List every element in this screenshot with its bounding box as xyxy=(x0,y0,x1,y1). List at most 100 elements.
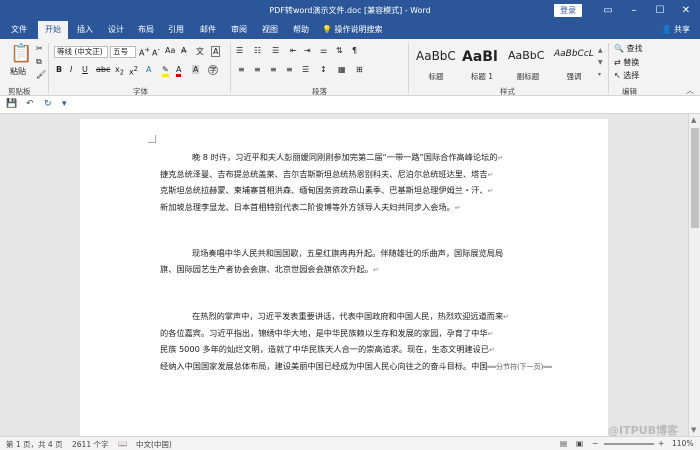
find-button[interactable]: 🔍 查找 xyxy=(614,43,643,54)
style-subtitle[interactable]: AaBbC 副标题 xyxy=(506,43,550,83)
distributed-icon[interactable]: ☰ xyxy=(302,65,309,74)
redo-icon[interactable]: ↻ xyxy=(44,99,52,109)
cursor-icon: ↖ xyxy=(614,71,621,80)
text-effects-icon[interactable]: A xyxy=(146,65,151,74)
text-line: 经纳入中国国家发展总体布局，建设美丽中国已经成为中国人民心向往之的奋斗目标。中国… xyxy=(160,360,552,371)
share-label: 共享 xyxy=(674,25,690,34)
tab-design[interactable]: 设计 xyxy=(101,21,131,39)
minimize-button[interactable]: – xyxy=(622,0,646,21)
tab-help[interactable]: 帮助 xyxy=(286,21,316,39)
shading-icon[interactable]: ▦ xyxy=(338,65,346,74)
scroll-up-icon[interactable]: ▲ xyxy=(691,116,696,124)
bold-icon[interactable]: B xyxy=(56,65,62,74)
tab-mailings[interactable]: 邮件 xyxy=(193,21,223,39)
tab-review[interactable]: 审阅 xyxy=(224,21,254,39)
tab-layout[interactable]: 布局 xyxy=(131,21,161,39)
align-left-icon[interactable]: ≡ xyxy=(238,65,245,74)
highlight-icon[interactable]: ✎ xyxy=(162,65,169,77)
copy-icon[interactable]: ⧉ xyxy=(36,57,42,67)
customize-toolbar-icon[interactable]: ▾ xyxy=(62,99,67,109)
zoom-in-icon[interactable]: + xyxy=(658,439,664,448)
watermark: @ITPUB博客 xyxy=(608,424,678,437)
underline-icon[interactable]: U xyxy=(82,65,88,74)
group-divider xyxy=(408,43,409,93)
subscript-icon[interactable]: x2 xyxy=(115,65,124,77)
tab-insert[interactable]: 插入 xyxy=(70,21,100,39)
lightbulb-icon: 💡 xyxy=(322,25,332,34)
scroll-thumb[interactable] xyxy=(691,128,699,228)
tab-view[interactable]: 视图 xyxy=(255,21,285,39)
styles-scroll-down-icon[interactable]: ▼ xyxy=(598,59,603,66)
line-spacing-icon[interactable]: ↕ xyxy=(320,65,327,74)
print-layout-icon[interactable]: ▣ xyxy=(576,439,583,448)
show-marks-icon[interactable]: ¶ xyxy=(352,46,357,55)
style-sample: AaBbCcL xyxy=(554,49,594,59)
login-button[interactable]: 登录 xyxy=(554,4,582,17)
font-name-select[interactable]: 等线 (中文正) xyxy=(54,46,108,58)
paragraph-3[interactable]: 在热烈的掌声中，习近平发表重要讲话，代表中国政府和中国人民，热烈欢迎远道而来↵ … xyxy=(160,309,560,375)
style-emphasis[interactable]: AaBbCcL 强调 xyxy=(552,43,596,83)
document-page[interactable]: 晚 8 时许，习近平和夫人彭丽媛同刚刚参加完第二届“一带一路”国际合作高峰论坛的… xyxy=(80,119,608,437)
select-button[interactable]: ↖ 选择 xyxy=(614,70,639,81)
decrease-indent-icon[interactable]: ⇤ xyxy=(290,46,297,55)
font-color-icon[interactable]: A xyxy=(176,65,182,77)
paste-icon[interactable]: 📋 xyxy=(10,43,32,64)
justify-icon[interactable]: ≡ xyxy=(286,65,293,74)
bullets-icon[interactable]: ☰ xyxy=(236,46,243,55)
character-shading-icon[interactable]: A xyxy=(192,65,200,74)
numbering-icon[interactable]: ☷ xyxy=(254,46,261,55)
tab-home[interactable]: 开始 xyxy=(38,21,68,39)
paragraph-1[interactable]: 晚 8 时许，习近平和夫人彭丽媛同刚刚参加完第二届“一带一路”国际合作高峰论坛的… xyxy=(160,150,560,216)
share-button[interactable]: 👤 共享 xyxy=(661,21,690,39)
font-size-select[interactable]: 五号 xyxy=(110,46,136,58)
tab-file[interactable]: 文件 xyxy=(4,21,34,39)
change-case-icon[interactable]: Aa xyxy=(165,46,175,55)
paragraph-2[interactable]: 现场奏唱中华人民共和国国歌，五星红旗冉冉升起。伴随雄壮的乐曲声，国际展览局局 旗… xyxy=(160,246,560,278)
zoom-level[interactable]: 110% xyxy=(672,439,693,448)
superscript-icon[interactable]: x2 xyxy=(129,65,138,77)
styles-scroll-up-icon[interactable]: ▲ xyxy=(598,47,603,54)
vertical-scrollbar[interactable]: ▲ ▼ xyxy=(688,114,700,436)
zoom-slider[interactable] xyxy=(604,443,654,445)
collapse-ribbon-icon[interactable]: ︿ xyxy=(686,85,694,96)
undo-icon[interactable]: ↶ xyxy=(26,99,34,109)
read-mode-icon[interactable]: ▤ xyxy=(560,439,567,448)
replace-button[interactable]: ⇄ 替换 xyxy=(614,57,639,68)
grow-font-icon[interactable]: A+ xyxy=(139,46,150,58)
cut-icon[interactable]: ✂ xyxy=(36,44,43,53)
shrink-font-icon[interactable]: A- xyxy=(152,46,160,58)
page-count[interactable]: 第 1 页，共 4 页 xyxy=(6,439,63,450)
maximize-button[interactable]: ☐ xyxy=(648,0,672,21)
ribbon-display-options-icon[interactable]: ▭ xyxy=(596,0,620,21)
word-count[interactable]: 2611 个字 xyxy=(72,439,108,450)
zoom-out-icon[interactable]: − xyxy=(592,439,598,448)
phonetic-guide-icon[interactable]: 文 xyxy=(196,46,204,57)
sort-icon[interactable]: ⇅ xyxy=(336,46,343,55)
tell-me-search[interactable]: 💡 操作说明搜索 xyxy=(322,21,383,39)
strikethrough-icon[interactable]: abc xyxy=(96,65,110,74)
clear-formatting-icon[interactable]: A̶ xyxy=(181,46,186,55)
tab-references[interactable]: 引用 xyxy=(161,21,191,39)
enclose-characters-icon[interactable]: 字 xyxy=(208,65,218,75)
close-button[interactable]: ✕ xyxy=(674,0,698,21)
style-title[interactable]: AaBbC 标题 xyxy=(414,43,458,83)
styles-more-icon[interactable]: ▾ xyxy=(598,71,601,78)
paste-button[interactable]: 粘贴 xyxy=(10,66,26,77)
multilevel-list-icon[interactable]: ☰ xyxy=(272,46,279,55)
borders-icon[interactable]: ⊞ xyxy=(356,65,363,74)
chinese-layout-icon[interactable]: ⚌ xyxy=(320,46,327,55)
align-center-icon[interactable]: ≡ xyxy=(254,65,261,74)
align-right-icon[interactable]: ≡ xyxy=(270,65,277,74)
increase-indent-icon[interactable]: ⇥ xyxy=(304,46,311,55)
proofing-icon[interactable]: 📖 xyxy=(118,439,127,448)
style-heading-1[interactable]: AaBl 标题 1 xyxy=(460,43,504,83)
style-name: 标题 xyxy=(428,72,444,81)
italic-icon[interactable]: I xyxy=(70,65,72,74)
save-icon[interactable]: 💾 xyxy=(6,99,17,109)
format-painter-icon[interactable]: 🖌 xyxy=(36,70,46,79)
section-break: ══分节符(下一页)══ xyxy=(487,362,552,371)
language-status[interactable]: 中文(中国) xyxy=(136,439,172,450)
document-canvas[interactable]: 晚 8 时许，习近平和夫人彭丽媛同刚刚参加完第二届“一带一路”国际合作高峰论坛的… xyxy=(0,114,688,437)
character-border-icon[interactable]: A xyxy=(211,46,221,57)
scroll-down-icon[interactable]: ▼ xyxy=(691,426,696,434)
